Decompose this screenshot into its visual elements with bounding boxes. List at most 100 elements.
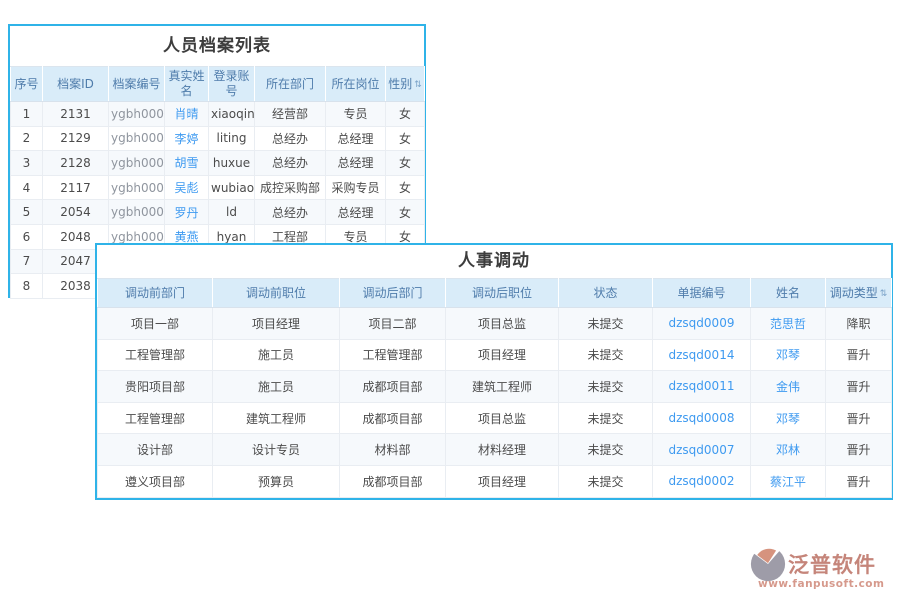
person-cell[interactable]: 范思哲 bbox=[751, 308, 826, 340]
archive-col-gender[interactable]: 性别⇅ bbox=[386, 67, 425, 102]
archive-col-post: 所在岗位 bbox=[326, 67, 386, 102]
id-cell: 2128 bbox=[43, 151, 109, 176]
from-dept-cell: 工程管理部 bbox=[98, 402, 213, 434]
account-cell: liting bbox=[209, 126, 255, 151]
seq-cell: 4 bbox=[11, 175, 43, 200]
to-dept-cell: 成都项目部 bbox=[340, 465, 446, 497]
table-row: 22129ygbh000...李婷liting总经办总经理女 bbox=[11, 126, 425, 151]
account-cell: wubiao bbox=[209, 175, 255, 200]
fanpu-logo-text: 泛普软件 bbox=[788, 549, 876, 579]
gender-cell: 女 bbox=[386, 126, 425, 151]
seq-cell: 3 bbox=[11, 151, 43, 176]
to-dept-cell: 项目二部 bbox=[340, 308, 446, 340]
person-cell[interactable]: 邓林 bbox=[751, 434, 826, 466]
status-cell: 未提交 bbox=[559, 402, 653, 434]
transfer-col-person: 姓名 bbox=[751, 279, 826, 308]
archive-col-dept: 所在部门 bbox=[255, 67, 326, 102]
to-post-cell: 项目总监 bbox=[446, 402, 559, 434]
dept-cell: 总经办 bbox=[255, 200, 326, 225]
type-cell: 晋升 bbox=[826, 434, 892, 466]
to-post-cell: 建筑工程师 bbox=[446, 371, 559, 403]
name-cell[interactable]: 肖晴 bbox=[165, 102, 209, 127]
dept-cell: 总经办 bbox=[255, 151, 326, 176]
post-cell: 总经理 bbox=[326, 200, 386, 225]
transfer-col-type[interactable]: 调动类型⇅ bbox=[826, 279, 892, 308]
table-row: 12131ygbh000...肖晴xiaoqing经营部专员女 bbox=[11, 102, 425, 127]
code-cell: ygbh000... bbox=[109, 102, 165, 127]
name-cell[interactable]: 胡雪 bbox=[165, 151, 209, 176]
name-cell[interactable]: 吴彪 bbox=[165, 175, 209, 200]
transfer-col-from-dept: 调动前部门 bbox=[98, 279, 213, 308]
seq-cell: 7 bbox=[11, 249, 43, 274]
doc-no-cell[interactable]: dzsqd0008 bbox=[653, 402, 751, 434]
archive-header-row: 序号 档案ID 档案编号 真实姓名 登录账号 所在部门 所在岗位 性别⇅ bbox=[11, 67, 425, 102]
archive-col-account: 登录账号 bbox=[209, 67, 255, 102]
person-cell[interactable]: 邓琴 bbox=[751, 339, 826, 371]
post-cell: 总经理 bbox=[326, 126, 386, 151]
type-cell: 晋升 bbox=[826, 465, 892, 497]
desktop: 人员档案列表 序号 档案ID 档案编号 真实姓名 登录账号 所在部门 所在岗位 … bbox=[0, 0, 900, 600]
seq-cell: 8 bbox=[11, 274, 43, 299]
doc-no-cell[interactable]: dzsqd0002 bbox=[653, 465, 751, 497]
doc-no-cell[interactable]: dzsqd0011 bbox=[653, 371, 751, 403]
gender-cell: 女 bbox=[386, 102, 425, 127]
personnel-transfer-panel: 人事调动 调动前部门 调动前职位 调动后部门 调动后职位 状态 单据编号 姓名 … bbox=[95, 243, 893, 500]
archive-col-gender-label: 性别 bbox=[388, 77, 412, 91]
to-post-cell: 项目经理 bbox=[446, 339, 559, 371]
sort-icon[interactable]: ⇅ bbox=[880, 289, 888, 299]
account-cell: huxue bbox=[209, 151, 255, 176]
seq-cell: 5 bbox=[11, 200, 43, 225]
doc-no-cell[interactable]: dzsqd0009 bbox=[653, 308, 751, 340]
dept-cell: 经营部 bbox=[255, 102, 326, 127]
type-cell: 降职 bbox=[826, 308, 892, 340]
person-cell[interactable]: 蔡江平 bbox=[751, 465, 826, 497]
status-cell: 未提交 bbox=[559, 339, 653, 371]
post-cell: 专员 bbox=[326, 102, 386, 127]
from-post-cell: 预算员 bbox=[213, 465, 340, 497]
person-cell[interactable]: 邓琴 bbox=[751, 402, 826, 434]
post-cell: 采购专员 bbox=[326, 175, 386, 200]
from-dept-cell: 设计部 bbox=[98, 434, 213, 466]
person-cell[interactable]: 金伟 bbox=[751, 371, 826, 403]
from-dept-cell: 贵阳项目部 bbox=[98, 371, 213, 403]
post-cell: 总经理 bbox=[326, 151, 386, 176]
to-dept-cell: 成都项目部 bbox=[340, 402, 446, 434]
from-post-cell: 施工员 bbox=[213, 339, 340, 371]
table-row: 42117ygbh000...吴彪wubiao成控采购部采购专员女 bbox=[11, 175, 425, 200]
seq-cell: 1 bbox=[11, 102, 43, 127]
type-cell: 晋升 bbox=[826, 402, 892, 434]
to-post-cell: 项目总监 bbox=[446, 308, 559, 340]
to-dept-cell: 材料部 bbox=[340, 434, 446, 466]
account-cell: ld bbox=[209, 200, 255, 225]
archive-col-seq: 序号 bbox=[11, 67, 43, 102]
from-post-cell: 施工员 bbox=[213, 371, 340, 403]
code-cell: ygbh000... bbox=[109, 175, 165, 200]
code-cell: ygbh000... bbox=[109, 151, 165, 176]
name-cell[interactable]: 罗丹 bbox=[165, 200, 209, 225]
fanpu-logo-icon bbox=[750, 546, 786, 582]
to-post-cell: 材料经理 bbox=[446, 434, 559, 466]
gender-cell: 女 bbox=[386, 175, 425, 200]
status-cell: 未提交 bbox=[559, 465, 653, 497]
type-cell: 晋升 bbox=[826, 339, 892, 371]
doc-no-cell[interactable]: dzsqd0014 bbox=[653, 339, 751, 371]
transfer-col-type-label: 调动类型 bbox=[830, 286, 878, 300]
transfer-col-doc-no: 单据编号 bbox=[653, 279, 751, 308]
seq-cell: 6 bbox=[11, 224, 43, 249]
archive-col-id: 档案ID bbox=[43, 67, 109, 102]
from-post-cell: 设计专员 bbox=[213, 434, 340, 466]
table-row: 工程管理部建筑工程师成都项目部项目总监未提交dzsqd0008邓琴晋升 bbox=[98, 402, 892, 434]
to-dept-cell: 成都项目部 bbox=[340, 371, 446, 403]
sort-icon[interactable]: ⇅ bbox=[414, 80, 422, 90]
table-row: 设计部设计专员材料部材料经理未提交dzsqd0007邓林晋升 bbox=[98, 434, 892, 466]
to-dept-cell: 工程管理部 bbox=[340, 339, 446, 371]
from-post-cell: 项目经理 bbox=[213, 308, 340, 340]
doc-no-cell[interactable]: dzsqd0007 bbox=[653, 434, 751, 466]
status-cell: 未提交 bbox=[559, 371, 653, 403]
name-cell[interactable]: 李婷 bbox=[165, 126, 209, 151]
id-cell: 2131 bbox=[43, 102, 109, 127]
dept-cell: 成控采购部 bbox=[255, 175, 326, 200]
table-row: 遵义项目部预算员成都项目部项目经理未提交dzsqd0002蔡江平晋升 bbox=[98, 465, 892, 497]
status-cell: 未提交 bbox=[559, 434, 653, 466]
from-dept-cell: 遵义项目部 bbox=[98, 465, 213, 497]
